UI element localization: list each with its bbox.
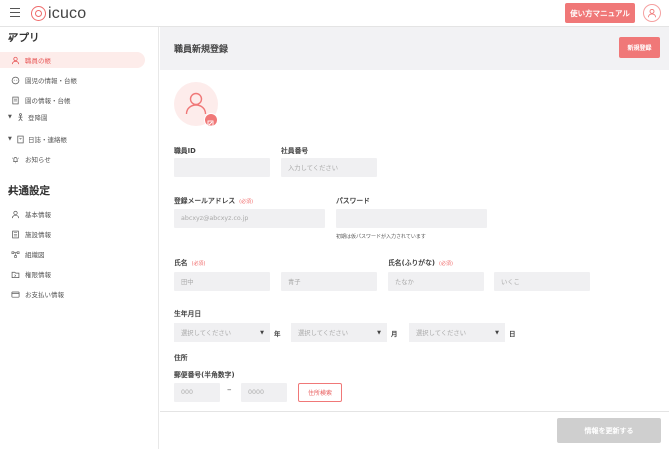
first-name-input[interactable]: 青子 <box>281 272 377 291</box>
document-icon <box>8 96 22 105</box>
sidebar: ▲ アプリ 職員の帳 園児の情報・台帳 園の情報・台帳 ▼ 登降園 ▼ 日誌・連… <box>0 27 159 449</box>
required-badge: (必須) <box>239 199 254 205</box>
sidebar-item-payment[interactable]: お支払い情報 <box>8 286 145 302</box>
sidebar-item-notices[interactable]: お知らせ <box>8 151 145 167</box>
last-name-kana-input[interactable]: たなか <box>388 272 484 291</box>
person-outline-icon <box>8 210 22 219</box>
password-input[interactable] <box>336 209 487 228</box>
dropdown-arrow-icon: ▼ <box>495 330 499 336</box>
section-label: アプリ <box>8 31 40 44</box>
birth-day-select[interactable]: 選択してください ▼ <box>409 323 505 342</box>
sidebar-section-apps[interactable]: ▲ アプリ <box>8 30 40 44</box>
hamburger-menu-icon[interactable] <box>10 8 20 17</box>
app-logo[interactable]: icuco <box>31 5 86 22</box>
name-kana-label: 氏名(ふりがな) (必須) <box>388 257 453 267</box>
credit-card-icon <box>8 290 22 299</box>
select-placeholder: 選択してください <box>181 330 231 337</box>
dropdown-arrow-icon: ▼ <box>260 330 264 336</box>
name-kana-label-text: 氏名(ふりがな) <box>388 259 435 267</box>
sidebar-item-permissions[interactable]: 権限情報 <box>8 266 145 282</box>
bell-icon <box>8 155 22 164</box>
sidebar-item-label: 日誌・連絡帳 <box>28 136 67 144</box>
required-badge: (必須) <box>439 261 453 267</box>
select-placeholder: 選択してください <box>416 330 466 337</box>
org-chart-icon <box>8 250 22 259</box>
expand-caret-icon: ▼ <box>8 114 12 120</box>
sidebar-item-staff-ledger[interactable]: 職員の帳 <box>0 52 145 68</box>
name-label: 氏名 (必須) <box>174 257 206 267</box>
sidebar-item-label: お知らせ <box>25 156 51 164</box>
sidebar-item-label: 権限情報 <box>25 271 51 279</box>
notebook-icon <box>15 135 25 144</box>
name-label-text: 氏名 <box>174 259 188 267</box>
sidebar-section-common-settings[interactable]: ▲ 共通設定 <box>8 183 50 197</box>
photo-edit-icon[interactable] <box>204 113 218 127</box>
sidebar-item-label: 施設情報 <box>25 231 51 239</box>
expand-caret-icon: ▼ <box>8 136 12 142</box>
day-unit: 日 <box>509 330 516 338</box>
sidebar-item-label: 園児の情報・台帳 <box>25 77 77 85</box>
staff-id-field[interactable] <box>174 158 270 177</box>
sidebar-item-label: 組織図 <box>25 251 45 259</box>
user-icon <box>647 8 657 18</box>
sidebar-item-org-chart[interactable]: 組織図 <box>8 246 145 262</box>
logo-text: icuco <box>48 4 87 22</box>
first-name-kana-input[interactable]: いくこ <box>494 272 590 291</box>
sidebar-item-children-info[interactable]: 園児の情報・台帳 <box>8 72 145 88</box>
page-title: 職員新規登録 <box>174 45 229 55</box>
sidebar-item-label: 園の情報・台帳 <box>25 97 71 105</box>
postal-dash: – <box>227 385 232 395</box>
last-name-input[interactable]: 田中 <box>174 272 270 291</box>
page-header: 職員新規登録 新規登録 <box>160 27 669 70</box>
birth-month-select[interactable]: 選択してください ▼ <box>291 323 387 342</box>
sidebar-item-label: 基本情報 <box>25 211 51 219</box>
password-note: 初期は仮パスワードが入力されています <box>336 234 426 240</box>
email-input[interactable]: abcxyz@abcxyz.co.jp <box>174 209 325 228</box>
sidebar-item-label: 登降園 <box>28 114 48 122</box>
walk-icon <box>15 112 25 122</box>
child-face-icon <box>8 76 22 85</box>
update-info-button[interactable]: 情報を更新する <box>557 418 661 443</box>
required-badge: (必須) <box>191 261 206 267</box>
address-search-button[interactable]: 住所検索 <box>298 383 342 402</box>
sidebar-item-facility-settings[interactable]: 施設情報 <box>8 226 145 242</box>
sidebar-item-facility-info[interactable]: 園の情報・台帳 <box>8 92 145 108</box>
manual-button[interactable]: 使い方マニュアル <box>565 3 635 23</box>
sidebar-item-label: お支払い情報 <box>25 291 64 299</box>
employee-number-label: 社員番号 <box>281 147 309 155</box>
sidebar-item-attendance[interactable]: ▼ 登降園 <box>8 109 145 125</box>
birthdate-label: 生年月日 <box>174 310 202 318</box>
birth-year-select[interactable]: 選択してください ▼ <box>174 323 270 342</box>
main-content: 職員新規登録 新規登録 職員ID 社員番号 入力してください 登録メールアドレス… <box>160 27 669 449</box>
year-unit: 年 <box>274 330 281 338</box>
folder-key-icon <box>8 270 22 279</box>
section-label: 共通設定 <box>8 184 50 197</box>
staff-id-label: 職員ID <box>174 147 196 155</box>
dropdown-arrow-icon: ▼ <box>377 330 381 336</box>
sidebar-item-journal[interactable]: ▼ 日誌・連絡帳 <box>8 131 145 147</box>
top-bar: icuco 使い方マニュアル <box>0 0 669 27</box>
person-icon <box>8 56 22 65</box>
password-label: パスワード <box>336 197 370 205</box>
address-label: 住所 <box>174 354 188 362</box>
logo-mark-icon <box>31 6 46 21</box>
email-label-text: 登録メールアドレス <box>174 197 236 205</box>
sidebar-item-label: 職員の帳 <box>25 57 51 65</box>
postal-code-first-input[interactable]: 000 <box>174 383 220 402</box>
sidebar-item-basic-info[interactable]: 基本情報 <box>8 206 145 222</box>
email-label: 登録メールアドレス (必須) <box>174 195 253 205</box>
month-unit: 月 <box>391 330 398 338</box>
form-footer: 情報を更新する <box>160 411 669 449</box>
employee-number-input[interactable]: 入力してください <box>281 158 377 177</box>
postal-code-label: 郵便番号(半角数字) <box>174 371 235 379</box>
postal-code-second-input[interactable]: 0000 <box>241 383 287 402</box>
select-placeholder: 選択してください <box>298 330 348 337</box>
building-icon <box>8 230 22 239</box>
user-avatar-button[interactable] <box>643 4 661 22</box>
new-register-button[interactable]: 新規登録 <box>619 37 660 58</box>
